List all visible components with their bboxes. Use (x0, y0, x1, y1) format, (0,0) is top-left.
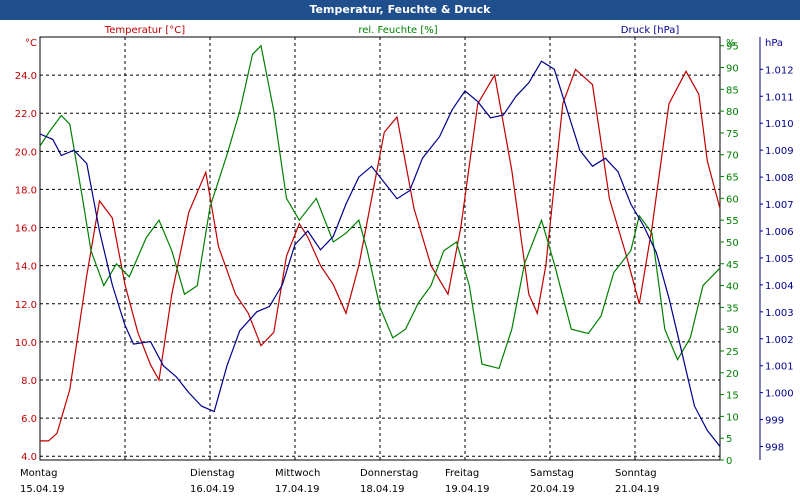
hum-tick-label: 25 (726, 347, 739, 358)
hum-tick-label: 5 (726, 434, 732, 445)
hum-unit-label: % (726, 38, 736, 49)
x-day-label: Mittwoch (275, 468, 320, 479)
x-day-label: Montag (20, 468, 57, 479)
temp-tick-label: 20.0 (15, 147, 37, 158)
press-tick-label: 1.001 (765, 362, 794, 373)
press-tick-label: 1.003 (765, 308, 794, 319)
hum-tick-label: 30 (726, 325, 739, 336)
x-day-label: Samstag (530, 468, 574, 479)
hum-tick-label: 40 (726, 282, 739, 293)
x-date-label: 19.04.19 (445, 484, 490, 495)
hum-tick-label: 50 (726, 238, 739, 249)
press-tick-label: 1.002 (765, 335, 794, 346)
press-tick-label: 1.007 (765, 200, 794, 211)
hum-tick-label: 35 (726, 303, 739, 314)
hum-tick-label: 80 (726, 107, 739, 118)
hum-tick-label: 45 (726, 260, 739, 271)
temp-unit-label: °C (25, 38, 37, 49)
temp-tick-label: 16.0 (15, 224, 37, 235)
temp-tick-label: 10.0 (15, 338, 37, 349)
press-tick-label: 1.004 (765, 281, 794, 292)
press-tick-label: 998 (765, 443, 784, 454)
press-tick-label: 1.006 (765, 227, 794, 238)
hum-tick-label: 85 (726, 85, 739, 96)
hum-tick-label: 0 (726, 456, 732, 467)
temp-tick-label: 18.0 (15, 185, 37, 196)
x-day-label: Dienstag (190, 468, 235, 479)
x-day-label: Freitag (445, 468, 479, 479)
temp-tick-label: 6.0 (21, 414, 37, 425)
temp-tick-label: 4.0 (21, 452, 37, 463)
hum-tick-label: 65 (726, 173, 739, 184)
press-tick-label: 1.010 (765, 119, 794, 130)
temp-axis-title: Temperatur [°C] (104, 25, 185, 36)
hum-tick-label: 70 (726, 151, 739, 162)
hum-tick-label: 15 (726, 391, 739, 402)
hum-tick-label: 60 (726, 194, 739, 205)
hum-axis-title: rel. Feuchte [%] (358, 25, 437, 36)
x-date-label: 18.04.19 (360, 484, 405, 495)
x-day-label: Sonntag (615, 468, 657, 479)
hum-tick-label: 20 (726, 369, 739, 380)
press-tick-label: 1.012 (765, 65, 794, 76)
press-tick-label: 1.008 (765, 173, 794, 184)
chart-window: Temperatur, Feuchte & Druck 4.0 6.0 8.0 10.… (0, 0, 800, 500)
press-tick-label: 1.005 (765, 254, 794, 265)
temp-tick-label: 24.0 (15, 71, 37, 82)
x-date-label: 15.04.19 (20, 484, 65, 495)
press-tick-label: 1.009 (765, 146, 794, 157)
press-tick-label: 1.000 (765, 389, 794, 400)
hum-tick-label: 75 (726, 129, 739, 140)
press-unit-label: hPa (765, 38, 783, 49)
hum-tick-label: 10 (726, 412, 739, 423)
temp-tick-label: 22.0 (15, 109, 37, 120)
hum-tick-label: 90 (726, 64, 739, 75)
temp-tick-label: 8.0 (21, 376, 37, 387)
plot-area: 4.0 6.0 8.0 10.0 12.0 14.0 16.0 18.0 20.0 22.0 24.… (15, 25, 794, 495)
press-tick-label: 999 (765, 416, 784, 427)
press-axis-title: Druck [hPa] (621, 25, 680, 36)
temp-tick-label: 14.0 (15, 262, 37, 273)
hum-tick-label: 55 (726, 216, 739, 227)
x-date-label: 21.04.19 (615, 484, 660, 495)
x-day-label: Donnerstag (360, 468, 418, 479)
x-date-label: 20.04.19 (530, 484, 575, 495)
x-date-label: 17.04.19 (275, 484, 320, 495)
x-date-label: 16.04.19 (190, 484, 235, 495)
temp-tick-label: 12.0 (15, 300, 37, 311)
press-tick-label: 1.011 (765, 92, 794, 103)
